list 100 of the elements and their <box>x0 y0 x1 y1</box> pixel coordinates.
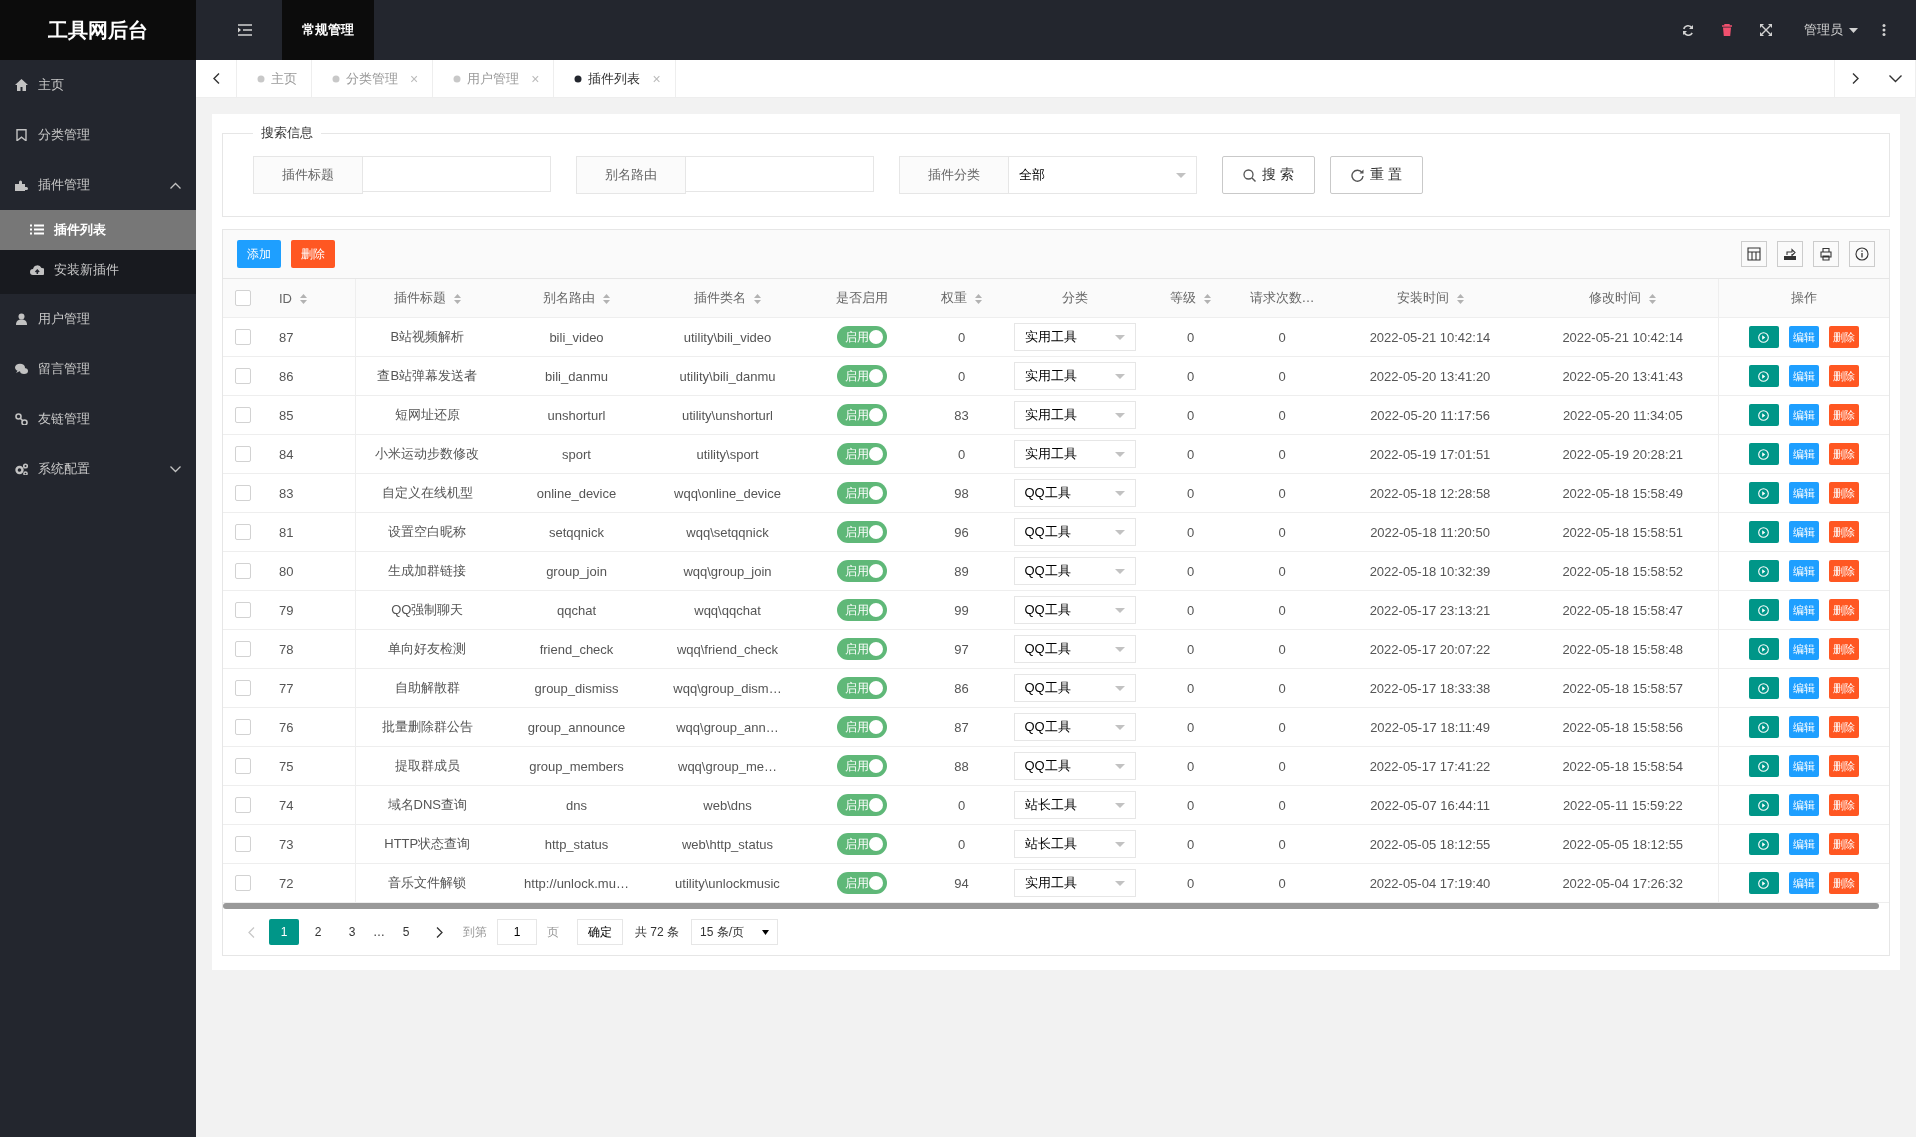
edit-button[interactable]: 编辑 <box>1788 560 1819 582</box>
category-select[interactable]: 实用工具 <box>1013 362 1136 390</box>
delete-button[interactable]: 删除 <box>1828 443 1859 465</box>
page-size-select[interactable]: 15 条/页 <box>691 919 779 945</box>
checkbox[interactable] <box>235 680 251 697</box>
category-select[interactable]: QQ工具 <box>1013 674 1136 702</box>
sidebar-item[interactable]: 系统配置 <box>0 444 196 494</box>
export-icon[interactable] <box>1777 241 1803 267</box>
edit-button[interactable]: 编辑 <box>1788 872 1819 894</box>
sort-icon[interactable] <box>1204 293 1211 304</box>
reset-button[interactable]: 重 置 <box>1329 156 1423 194</box>
checkbox[interactable] <box>235 875 251 892</box>
run-button[interactable] <box>1748 794 1779 816</box>
edit-button[interactable]: 编辑 <box>1788 638 1819 660</box>
info-icon[interactable] <box>1849 241 1875 267</box>
checkbox[interactable] <box>235 446 251 463</box>
checkbox[interactable] <box>235 368 251 385</box>
toggle-switch[interactable]: 启用 <box>837 794 887 816</box>
category-select[interactable]: QQ工具 <box>1013 596 1136 624</box>
delete-button[interactable]: 删除 <box>1828 794 1859 816</box>
delete-button[interactable]: 删除 <box>1828 872 1859 894</box>
edit-button[interactable]: 编辑 <box>1788 794 1819 816</box>
edit-button[interactable]: 编辑 <box>1788 443 1819 465</box>
user-menu[interactable]: 管理员 <box>1804 21 1858 39</box>
delete-button[interactable]: 删除 <box>1828 755 1859 777</box>
run-button[interactable] <box>1748 833 1779 855</box>
page-tab[interactable]: 插件列表 × <box>554 60 676 97</box>
category-select[interactable]: QQ工具 <box>1013 713 1136 741</box>
sidebar-subitem[interactable]: 安装新插件 <box>0 250 196 290</box>
category-select[interactable]: 实用工具 <box>1013 401 1136 429</box>
delete-button[interactable]: 删除 <box>1828 326 1859 348</box>
fullscreen-icon[interactable] <box>1760 24 1772 36</box>
toggle-switch[interactable]: 启用 <box>837 560 887 582</box>
toggle-switch[interactable]: 启用 <box>837 677 887 699</box>
toggle-switch[interactable]: 启用 <box>837 521 887 543</box>
page-tab[interactable]: 主页 <box>237 60 312 97</box>
delete-button[interactable]: 删除 <box>1828 521 1859 543</box>
sidebar-item[interactable]: 分类管理 <box>0 110 196 160</box>
run-button[interactable] <box>1748 599 1779 621</box>
edit-button[interactable]: 编辑 <box>1788 404 1819 426</box>
input-field[interactable] <box>686 156 874 192</box>
edit-button[interactable]: 编辑 <box>1788 365 1819 387</box>
toggle-switch[interactable]: 启用 <box>837 755 887 777</box>
category-select[interactable]: 实用工具 <box>1013 869 1136 897</box>
delete-button[interactable]: 删除 <box>291 240 335 268</box>
run-button[interactable] <box>1748 872 1779 894</box>
run-button[interactable] <box>1748 482 1779 504</box>
toggle-switch[interactable]: 启用 <box>837 716 887 738</box>
delete-button[interactable]: 删除 <box>1828 404 1859 426</box>
edit-button[interactable]: 编辑 <box>1788 599 1819 621</box>
run-button[interactable] <box>1748 560 1779 582</box>
print-icon[interactable] <box>1813 241 1839 267</box>
sidebar-item[interactable]: 插件管理 <box>0 160 196 210</box>
delete-button[interactable]: 删除 <box>1828 365 1859 387</box>
category-select[interactable]: 实用工具 <box>1013 440 1136 468</box>
page-tab[interactable]: 分类管理 × <box>312 60 434 97</box>
columns-icon[interactable] <box>1741 241 1767 267</box>
checkbox[interactable] <box>235 797 251 814</box>
category-select[interactable]: QQ工具 <box>1013 479 1136 507</box>
page-button[interactable]: 1 <box>269 919 299 945</box>
toggle-switch[interactable]: 启用 <box>837 872 887 894</box>
page-button[interactable]: 2 <box>303 919 333 945</box>
page-button[interactable]: 3 <box>337 919 367 945</box>
sidebar-item[interactable]: 留言管理 <box>0 344 196 394</box>
sort-icon[interactable] <box>453 293 461 304</box>
delete-button[interactable]: 删除 <box>1828 677 1859 699</box>
sort-icon[interactable] <box>300 294 307 305</box>
checkbox[interactable] <box>235 602 251 619</box>
sort-icon[interactable] <box>1456 293 1464 304</box>
delete-button[interactable]: 删除 <box>1828 638 1859 660</box>
toggle-switch[interactable]: 启用 <box>837 638 887 660</box>
edit-button[interactable]: 编辑 <box>1788 677 1819 699</box>
run-button[interactable] <box>1748 677 1779 699</box>
edit-button[interactable]: 编辑 <box>1788 833 1819 855</box>
checkbox[interactable] <box>235 485 251 502</box>
category-select[interactable]: QQ工具 <box>1013 518 1136 546</box>
category-select[interactable]: QQ工具 <box>1013 557 1136 585</box>
delete-button[interactable]: 删除 <box>1828 560 1859 582</box>
trash-icon[interactable] <box>1722 24 1732 36</box>
category-select[interactable]: QQ工具 <box>1013 752 1136 780</box>
edit-button[interactable]: 编辑 <box>1788 326 1819 348</box>
confirm-button[interactable]: 确定 <box>577 919 623 945</box>
sort-icon[interactable] <box>1649 293 1657 304</box>
sort-icon[interactable] <box>975 293 982 304</box>
checkbox[interactable] <box>235 407 251 424</box>
category-select[interactable]: 实用工具 <box>1013 323 1136 351</box>
category-select[interactable]: QQ工具 <box>1013 635 1136 663</box>
toggle-switch[interactable]: 启用 <box>837 326 887 348</box>
refresh-icon[interactable] <box>1682 24 1694 36</box>
run-button[interactable] <box>1748 638 1779 660</box>
sidebar-item[interactable]: 主页 <box>0 60 196 110</box>
checkbox[interactable] <box>235 524 251 541</box>
sidebar-subitem[interactable]: 插件列表 <box>0 210 196 250</box>
run-button[interactable] <box>1748 716 1779 738</box>
toggle-switch[interactable]: 启用 <box>837 833 887 855</box>
run-button[interactable] <box>1748 404 1779 426</box>
checkbox[interactable] <box>235 758 251 775</box>
page-input[interactable]: 1 <box>497 919 537 945</box>
search-button[interactable]: 搜 索 <box>1222 156 1315 194</box>
checkbox[interactable] <box>235 290 251 307</box>
